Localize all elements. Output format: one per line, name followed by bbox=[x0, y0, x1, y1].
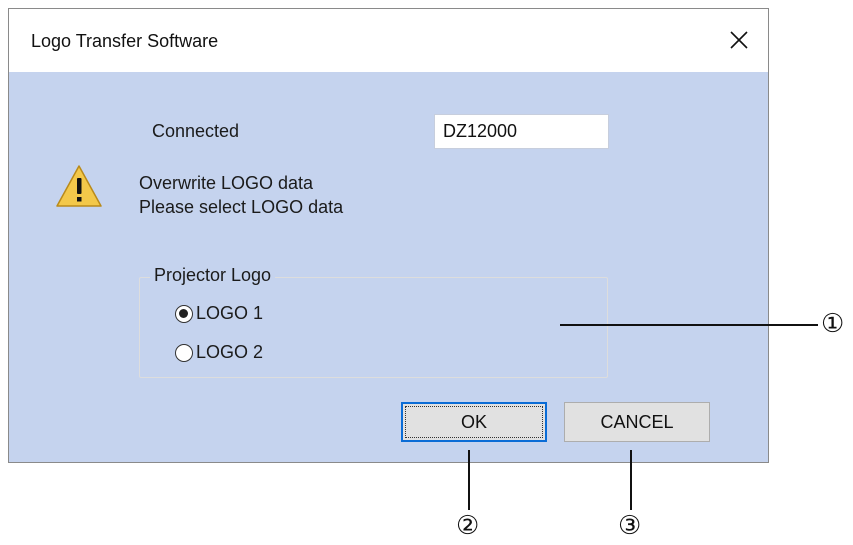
close-icon[interactable] bbox=[720, 21, 758, 59]
ok-button[interactable]: OK bbox=[401, 402, 547, 442]
message-line-2: Please select LOGO data bbox=[139, 197, 344, 217]
cancel-button[interactable]: CANCEL bbox=[564, 402, 710, 442]
model-value: DZ12000 bbox=[443, 121, 518, 141]
radio-unselected-icon[interactable] bbox=[175, 343, 193, 362]
callout-line-2 bbox=[468, 450, 470, 510]
cancel-button-label: CANCEL bbox=[600, 411, 674, 432]
callout-line-3 bbox=[630, 450, 632, 510]
radio-logo-1-label: LOGO 1 bbox=[196, 303, 264, 323]
projector-logo-group: Projector Logo LOGO 1 LOGO 2 bbox=[139, 265, 608, 378]
radio-logo-2-label: LOGO 2 bbox=[196, 342, 264, 362]
callout-2: ② bbox=[456, 510, 480, 540]
callout-3: ③ bbox=[618, 510, 642, 540]
message-line-1: Overwrite LOGO data bbox=[139, 173, 314, 193]
connected-label: Connected bbox=[152, 121, 240, 141]
group-legend: Projector Logo bbox=[150, 265, 276, 286]
logo-transfer-dialog: Logo Transfer Software Connected DZ12000… bbox=[8, 8, 769, 463]
callout-line-1 bbox=[560, 324, 818, 326]
warning-icon bbox=[56, 164, 102, 213]
dialog-body: Connected DZ12000 Overwrite LOGO data Pl… bbox=[9, 72, 768, 462]
model-field: DZ12000 bbox=[434, 114, 609, 149]
ok-button-label: OK bbox=[460, 411, 487, 432]
radio-logo-1[interactable]: LOGO 1 bbox=[175, 303, 263, 324]
callout-1: ① bbox=[821, 308, 845, 338]
title-bar: Logo Transfer Software bbox=[9, 9, 768, 72]
window-title: Logo Transfer Software bbox=[31, 31, 219, 51]
radio-selected-icon[interactable] bbox=[175, 304, 193, 323]
radio-logo-2[interactable]: LOGO 2 bbox=[175, 342, 263, 363]
